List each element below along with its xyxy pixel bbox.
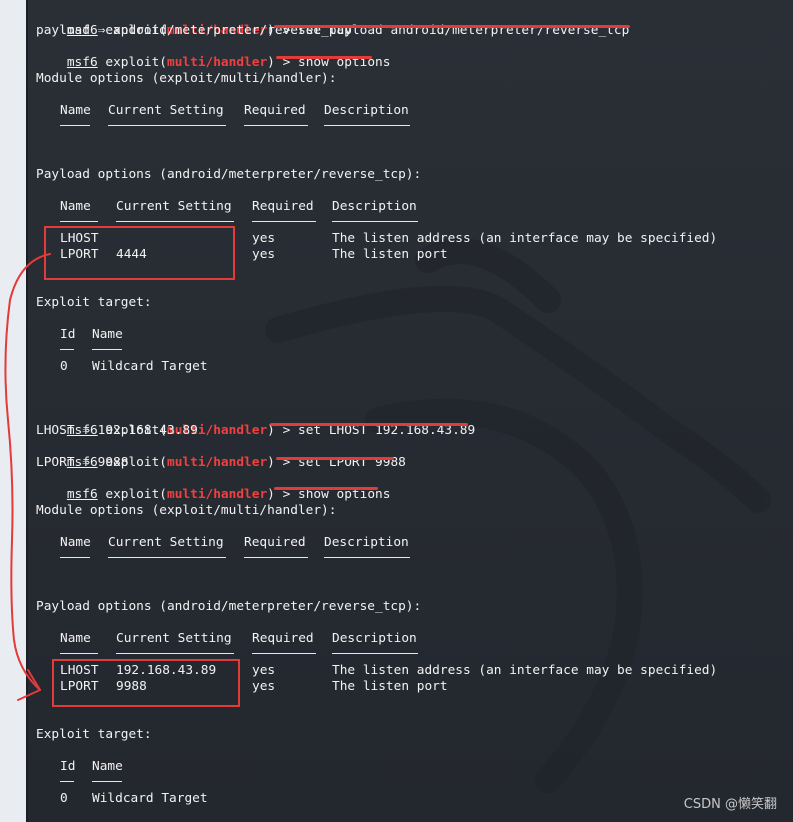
header-underline: [252, 653, 316, 654]
column-header-description: Description: [332, 631, 417, 646]
header-underline: [108, 125, 226, 126]
prompt-line-2: msf6 exploit(multi/handler) > show optio…: [36, 39, 391, 70]
column-header-name: Name: [60, 199, 91, 214]
option-required: yes: [252, 679, 276, 694]
column-header-required: Required: [252, 631, 314, 646]
annotation-underline: [274, 25, 630, 28]
option-required: yes: [252, 663, 276, 678]
header-underline: [244, 557, 308, 558]
header-underline: [332, 653, 418, 654]
header-underline: [60, 221, 98, 222]
left-gutter: [0, 0, 26, 822]
annotation-underline: [270, 423, 468, 426]
msf-prompt: msf6: [66, 487, 98, 502]
module-options-title: Module options (exploit/multi/handler):: [36, 71, 337, 86]
header-underline: [244, 125, 308, 126]
prompt-line-4: msf6 exploit(multi/handler) > set LPORT …: [36, 439, 406, 470]
header-underline: [60, 557, 90, 558]
annotation-box: [52, 659, 240, 707]
column-header-id: Id: [60, 759, 76, 774]
module-name: multi/handler: [167, 487, 268, 502]
prompt-line-1: msf6 exploit(multi/handler) > set payloa…: [36, 7, 629, 38]
column-header-name: Name: [92, 759, 123, 774]
option-required: yes: [252, 231, 276, 246]
column-header-setting: Current Setting: [116, 199, 232, 214]
header-underline: [60, 125, 90, 126]
output-line: LPORT ⇒ 9988: [36, 455, 129, 470]
column-header-description: Description: [324, 535, 409, 550]
column-header-setting: Current Setting: [108, 103, 224, 118]
prompt-text: exploit(: [97, 487, 167, 502]
column-header-name: Name: [92, 327, 123, 342]
annotation-underline: [276, 56, 372, 59]
prompt-line-5: msf6 exploit(multi/handler) > show optio…: [36, 471, 391, 502]
target-name: Wildcard Target: [92, 791, 208, 806]
target-name: Wildcard Target: [92, 359, 208, 374]
target-id: 0: [60, 359, 68, 374]
option-description: The listen address (an interface may be …: [332, 663, 718, 678]
header-underline: [324, 125, 410, 126]
header-underline: [60, 349, 74, 350]
header-underline: [60, 781, 74, 782]
header-underline: [60, 653, 98, 654]
option-required: yes: [252, 247, 276, 262]
prompt-line-3: msf6 exploit(multi/handler) > set LHOST …: [36, 407, 475, 438]
terminal-window[interactable]: msf6 exploit(multi/handler) > set payloa…: [28, 0, 793, 822]
header-underline: [92, 781, 122, 782]
prompt-text: exploit(: [97, 55, 167, 70]
msf-prompt: msf6: [66, 55, 98, 70]
column-header-description: Description: [324, 103, 409, 118]
option-description: The listen address (an interface may be …: [332, 231, 718, 246]
target-id: 0: [60, 791, 68, 806]
column-header-id: Id: [60, 327, 76, 342]
annotation-box: [44, 226, 235, 280]
column-header-setting: Current Setting: [108, 535, 224, 550]
option-description: The listen port: [332, 679, 448, 694]
column-header-required: Required: [252, 199, 314, 214]
csdn-watermark: CSDN @懒笑翻: [683, 797, 777, 812]
header-underline: [332, 221, 418, 222]
header-underline: [116, 221, 234, 222]
module-options-title: Module options (exploit/multi/handler):: [36, 503, 337, 518]
annotation-underline: [276, 457, 394, 460]
column-header-description: Description: [332, 199, 417, 214]
column-header-required: Required: [244, 103, 306, 118]
payload-options-title: Payload options (android/meterpreter/rev…: [36, 167, 422, 182]
column-header-name: Name: [60, 631, 91, 646]
column-header-name: Name: [60, 103, 91, 118]
payload-options-title: Payload options (android/meterpreter/rev…: [36, 599, 422, 614]
output-line: LHOST ⇒ 192.168.43.89: [36, 423, 198, 438]
column-header-setting: Current Setting: [116, 631, 232, 646]
column-header-name: Name: [60, 535, 91, 550]
module-name: multi/handler: [167, 55, 268, 70]
header-underline: [108, 557, 226, 558]
column-header-required: Required: [244, 535, 306, 550]
exploit-target-title: Exploit target:: [36, 727, 152, 742]
header-underline: [92, 349, 122, 350]
header-underline: [252, 221, 316, 222]
exploit-target-title: Exploit target:: [36, 295, 152, 310]
module-name: multi/handler: [167, 455, 268, 470]
annotation-underline: [274, 487, 378, 490]
header-underline: [324, 557, 410, 558]
header-underline: [116, 653, 234, 654]
option-description: The listen port: [332, 247, 448, 262]
